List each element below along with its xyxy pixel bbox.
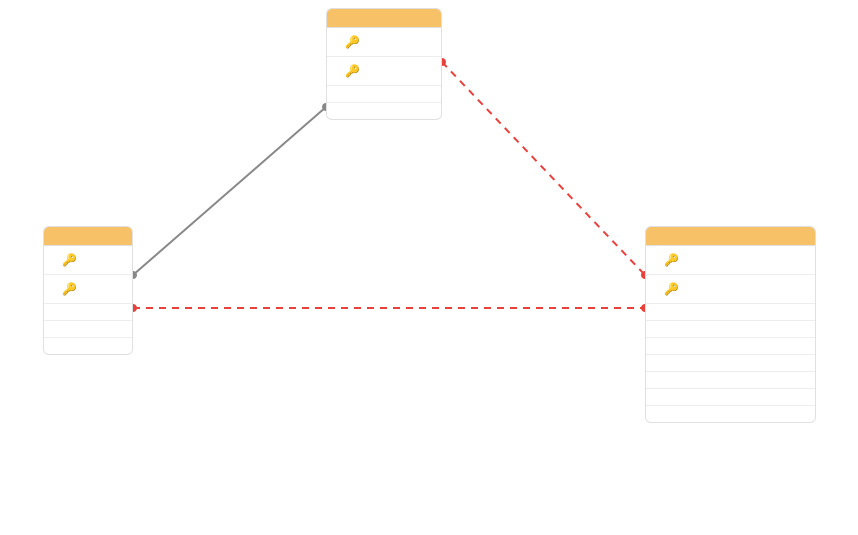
table-region[interactable]: 🔑 🔑 (326, 8, 442, 120)
field-row[interactable] (646, 338, 815, 355)
field-row[interactable]: 🔑 (327, 57, 441, 86)
field-row[interactable] (44, 321, 132, 338)
field-row[interactable] (646, 355, 815, 372)
link-table2-week-region-week (133, 107, 326, 275)
key-icon: 🔑 (345, 65, 360, 77)
link-region-saleskey-table1-saleskey (442, 62, 645, 275)
field-row[interactable] (327, 86, 441, 103)
field-row[interactable]: 🔑 (646, 275, 815, 304)
table-table2[interactable]: 🔑 🔑 (43, 226, 133, 355)
field-row[interactable]: 🔑 (327, 28, 441, 57)
table-header-region[interactable] (327, 9, 441, 28)
key-icon: 🔑 (664, 254, 679, 266)
field-row[interactable] (44, 338, 132, 354)
field-row[interactable] (646, 406, 815, 422)
field-row[interactable] (646, 389, 815, 406)
field-row[interactable] (646, 372, 815, 389)
data-model-canvas[interactable]: 🔑 🔑 🔑 🔑 (0, 0, 858, 535)
table-table1[interactable]: 🔑 🔑 (645, 226, 816, 423)
key-icon: 🔑 (62, 254, 77, 266)
table-header-table1[interactable] (646, 227, 815, 246)
field-row[interactable] (646, 304, 815, 321)
field-row[interactable]: 🔑 (44, 275, 132, 304)
key-icon: 🔑 (62, 283, 77, 295)
field-row[interactable]: 🔑 (646, 246, 815, 275)
field-row[interactable] (327, 103, 441, 119)
key-icon: 🔑 (345, 36, 360, 48)
field-row[interactable] (646, 321, 815, 338)
field-row[interactable] (44, 304, 132, 321)
field-row[interactable]: 🔑 (44, 246, 132, 275)
key-icon: 🔑 (664, 283, 679, 295)
table-header-table2[interactable] (44, 227, 132, 246)
